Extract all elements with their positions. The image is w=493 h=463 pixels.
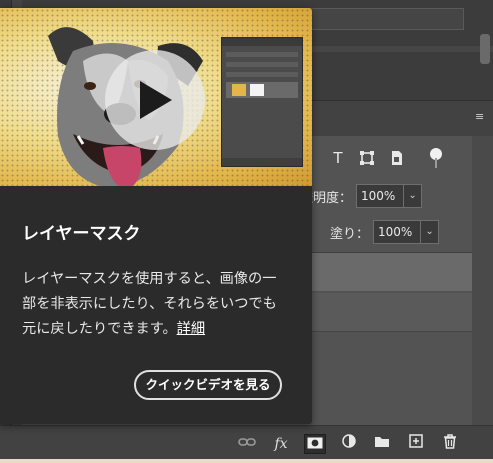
- mini-row: [226, 62, 298, 67]
- shape-filter-icon[interactable]: [359, 150, 375, 166]
- group-folder-icon[interactable]: [371, 434, 393, 454]
- tooltip-title: レイヤーマスク: [22, 224, 141, 244]
- fill-input[interactable]: 100%: [373, 220, 422, 244]
- trash-icon[interactable]: [439, 434, 461, 454]
- layer-row-divider: [312, 331, 472, 332]
- top-dock-field[interactable]: [310, 8, 464, 30]
- learn-more-link[interactable]: 詳細: [177, 321, 205, 337]
- opacity-dropdown-icon[interactable]: ⌄: [404, 184, 423, 208]
- description-line: レイヤーマスクを使用すると、画像の一: [22, 271, 277, 287]
- window-bottom-edge: [0, 459, 493, 463]
- layers-scroll-track[interactable]: [472, 136, 493, 426]
- filter-toggle-icon[interactable]: [430, 148, 442, 168]
- mini-row: [226, 72, 298, 77]
- mini-panel-footer: [222, 158, 302, 166]
- fill-label: 塗り：: [330, 226, 370, 242]
- layer-row[interactable]: [312, 293, 472, 331]
- opacity-row: 透明度： 100% ⌄: [300, 182, 423, 210]
- fill-dropdown-icon[interactable]: ⌄: [421, 220, 440, 244]
- description-text: 元に戻したりできます。: [22, 321, 177, 337]
- smart-object-filter-icon[interactable]: [389, 150, 405, 166]
- fx-icon[interactable]: fx: [270, 434, 292, 454]
- play-icon[interactable]: [140, 81, 172, 119]
- type-filter-icon[interactable]: T: [330, 150, 346, 166]
- link-layers-icon[interactable]: [236, 434, 258, 454]
- adjustment-layer-icon[interactable]: [338, 434, 360, 454]
- video-thumbnail[interactable]: [0, 8, 312, 186]
- photoshop-window: ≡ T 透明度： 100% ⌄ 塗り： 100% ⌄ › fx: [0, 0, 493, 463]
- layer-row-selected[interactable]: [312, 253, 472, 291]
- add-mask-icon[interactable]: [304, 434, 326, 454]
- description-line: 部を非表示にしたり、それらをいつでも: [22, 296, 277, 312]
- mini-mask-thumb: [250, 84, 264, 96]
- top-dock-scrollbar[interactable]: [480, 34, 490, 64]
- fill-row: 塗り： 100% ⌄: [330, 218, 440, 246]
- top-dock-divider: [310, 46, 493, 52]
- tooltip-description: レイヤーマスクを使用すると、画像の一 部を非表示にしたり、それらをいつでも 元に…: [22, 267, 297, 342]
- new-layer-icon[interactable]: [405, 434, 427, 454]
- panel-menu-icon[interactable]: ≡: [475, 111, 485, 122]
- mini-layer-thumb: [232, 84, 246, 96]
- mini-layers-panel: [221, 37, 303, 167]
- mini-panel-header: [222, 38, 302, 46]
- opacity-input[interactable]: 100%: [356, 184, 405, 208]
- description-line: 元に戻したりできます。詳細: [22, 317, 297, 342]
- layer-mask-tooltip: レイヤーマスク レイヤーマスクを使用すると、画像の一 部を非表示にしたり、それら…: [0, 8, 312, 424]
- watch-quick-video-button[interactable]: クイックビデオを見る: [134, 370, 282, 400]
- mini-row: [226, 52, 298, 57]
